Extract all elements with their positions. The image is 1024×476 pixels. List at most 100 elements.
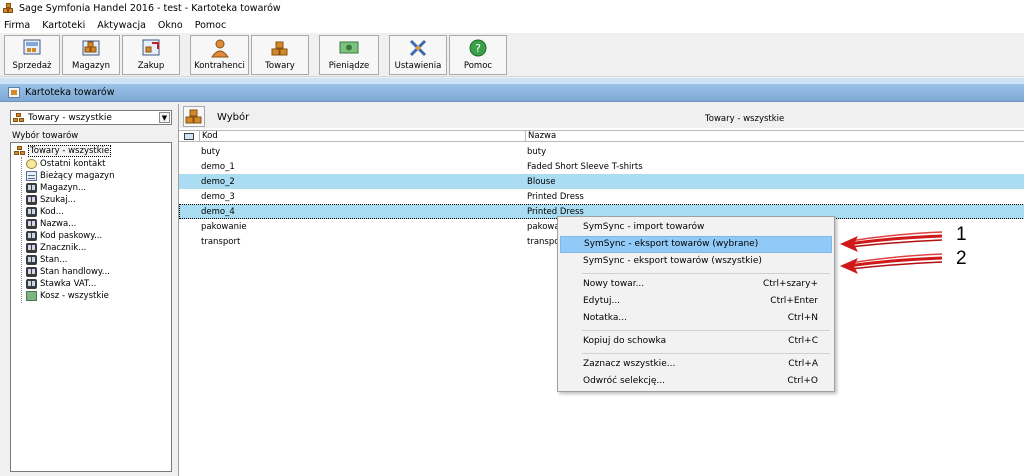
document-title-bar: Kartoteka towarów bbox=[0, 84, 1024, 102]
table-row[interactable]: demo_3 Printed Dress bbox=[179, 189, 1024, 204]
menu-item-symsync-export-all[interactable]: SymSync - eksport towarów (wszystkie) bbox=[560, 253, 832, 270]
tree-item-kosz[interactable]: Kosz - wszystkie bbox=[26, 290, 109, 302]
menu-item-symsync-export-selected[interactable]: SymSync - eksport towarów (wybrane) bbox=[560, 236, 832, 253]
products-button[interactable]: Towary bbox=[251, 35, 309, 75]
tree-item-label: Kod paskowy... bbox=[40, 231, 103, 241]
menu-item-label: Notatka... bbox=[583, 313, 627, 323]
sales-label: Sprzedaż bbox=[12, 61, 52, 71]
selection-button[interactable] bbox=[183, 106, 205, 127]
menu-separator bbox=[582, 273, 830, 274]
tree-item-znacznik[interactable]: Znacznik... bbox=[26, 242, 86, 254]
cell-kod: pakowanie bbox=[201, 222, 247, 232]
product-filter-select[interactable]: Towary - wszystkie ▼ bbox=[10, 110, 172, 125]
trash-icon bbox=[26, 291, 37, 301]
app-icon bbox=[3, 3, 14, 14]
help-button[interactable]: ? Pomoc bbox=[449, 35, 507, 75]
tree-item-label: Ostatni kontakt bbox=[40, 159, 106, 169]
cell-kod: demo_2 bbox=[201, 177, 235, 187]
menu-pomoc[interactable]: Pomoc bbox=[195, 20, 227, 31]
tree-item-stawka-vat[interactable]: Stawka VAT... bbox=[26, 278, 96, 290]
select-all-checkbox[interactable] bbox=[184, 133, 194, 140]
tree-item-label: Stawka VAT... bbox=[40, 279, 97, 289]
svg-text:?: ? bbox=[475, 42, 481, 55]
menu-item-new-product[interactable]: Nowy towar... Ctrl+szary+ bbox=[560, 276, 832, 293]
purchase-button[interactable]: Zakup bbox=[122, 35, 180, 75]
binoculars-icon bbox=[26, 255, 37, 265]
settings-button[interactable]: Ustawienia bbox=[389, 35, 447, 75]
menu-item-copy[interactable]: Kopiuj do schowka Ctrl+C bbox=[560, 333, 832, 350]
tree-item-biezacy-magazyn[interactable]: Bieżący magazyn bbox=[26, 170, 114, 182]
products-icon bbox=[14, 146, 25, 156]
tree-item-label: Szukaj... bbox=[40, 195, 76, 205]
tree-item-label: Stan... bbox=[40, 255, 68, 265]
menu-item-label: Odwróć selekcję... bbox=[583, 376, 666, 386]
menu-separator bbox=[582, 330, 830, 331]
menu-bar: Firma Kartoteki Aktywacja Okno Pomoc bbox=[0, 17, 1024, 33]
menu-firma[interactable]: Firma bbox=[4, 20, 30, 31]
warehouse-button[interactable]: Magazyn bbox=[62, 35, 120, 75]
menu-item-shortcut: Ctrl+O bbox=[787, 376, 818, 386]
column-header: Kod Nazwa bbox=[179, 130, 1024, 142]
tree-item-kod[interactable]: Kod... bbox=[26, 206, 64, 218]
window-title: Sage Symfonia Handel 2016 - test - Karto… bbox=[19, 3, 281, 14]
tree-item-szukaj[interactable]: Szukaj... bbox=[26, 194, 76, 206]
left-pane: Towary - wszystkie ▼ Wybór towarów Towar… bbox=[6, 104, 172, 476]
tree-label: Wybór towarów bbox=[12, 131, 79, 141]
cell-kod: demo_1 bbox=[201, 162, 235, 172]
selection-tree[interactable]: Towary - wszystkie Ostatni kontakt Bieżą… bbox=[10, 142, 172, 472]
select-value: Towary - wszystkie bbox=[28, 112, 112, 123]
document-icon bbox=[8, 87, 20, 98]
settings-icon bbox=[407, 38, 429, 58]
tree-item-nazwa[interactable]: Nazwa... bbox=[26, 218, 76, 230]
products-icon bbox=[13, 112, 25, 123]
menu-item-label: Zaznacz wszystkie... bbox=[583, 359, 676, 369]
purchase-icon bbox=[140, 38, 162, 58]
binoculars-icon bbox=[26, 183, 37, 193]
menu-okno[interactable]: Okno bbox=[158, 20, 183, 31]
column-kod[interactable]: Kod bbox=[199, 131, 525, 142]
products-icon bbox=[185, 109, 202, 124]
application-window: Sage Symfonia Handel 2016 - test - Karto… bbox=[0, 0, 1024, 476]
table-row[interactable]: demo_1 Faded Short Sleeve T-shirts bbox=[179, 159, 1024, 174]
cell-nazwa: Printed Dress bbox=[527, 192, 584, 202]
tree-item-label: Kod... bbox=[40, 207, 64, 217]
warehouse-label: Magazyn bbox=[71, 61, 111, 71]
table-row-selected[interactable]: demo_2 Blouse bbox=[179, 174, 1024, 189]
annotation-number-2: 2 bbox=[956, 248, 967, 269]
tree-item-magazyn[interactable]: Magazyn... bbox=[26, 182, 86, 194]
menu-item-label: SymSync - eksport towarów (wybrane) bbox=[584, 239, 759, 249]
cell-kod: buty bbox=[201, 147, 221, 157]
menu-item-invert-selection[interactable]: Odwróć selekcję... Ctrl+O bbox=[560, 373, 832, 390]
cell-kod: demo_4 bbox=[201, 207, 235, 217]
tree-item-label: Magazyn... bbox=[40, 183, 87, 193]
menu-item-symsync-import[interactable]: SymSync - import towarów bbox=[560, 219, 832, 236]
sales-button[interactable]: Sprzedaż bbox=[4, 35, 60, 75]
menu-item-shortcut: Ctrl+A bbox=[788, 359, 818, 369]
chevron-down-icon[interactable]: ▼ bbox=[159, 112, 170, 123]
contractors-button[interactable]: Kontrahenci bbox=[190, 35, 249, 75]
products-label: Towary bbox=[265, 61, 295, 71]
money-label: Pieniądze bbox=[328, 61, 370, 71]
menu-aktywacja[interactable]: Aktywacja bbox=[97, 20, 146, 31]
selection-label: Wybór bbox=[217, 112, 250, 123]
menu-item-label: SymSync - import towarów bbox=[583, 222, 705, 232]
menu-item-note[interactable]: Notatka... Ctrl+N bbox=[560, 310, 832, 327]
tree-item-stan[interactable]: Stan... bbox=[26, 254, 67, 266]
tree-item-kod-paskowy[interactable]: Kod paskowy... bbox=[26, 230, 102, 242]
money-button[interactable]: Pieniądze bbox=[319, 35, 379, 75]
annotation-overlay: 1 2 bbox=[830, 222, 990, 282]
menu-item-label: SymSync - eksport towarów (wszystkie) bbox=[583, 256, 762, 266]
column-nazwa[interactable]: Nazwa bbox=[525, 131, 1024, 142]
table-row[interactable]: buty buty bbox=[179, 144, 1024, 159]
binoculars-icon bbox=[26, 279, 37, 289]
menu-item-select-all[interactable]: Zaznacz wszystkie... Ctrl+A bbox=[560, 356, 832, 373]
tree-item-ostatni-kontakt[interactable]: Ostatni kontakt bbox=[26, 158, 105, 170]
menu-kartoteki[interactable]: Kartoteki bbox=[42, 20, 85, 31]
tree-root[interactable]: Towary - wszystkie bbox=[14, 145, 112, 157]
menu-separator bbox=[582, 353, 830, 354]
warehouse-icon bbox=[80, 38, 102, 58]
tree-root-label: Towary - wszystkie bbox=[28, 145, 112, 157]
cell-kod: demo_3 bbox=[201, 192, 235, 202]
menu-item-edit[interactable]: Edytuj... Ctrl+Enter bbox=[560, 293, 832, 310]
tree-item-stan-handlowy[interactable]: Stan handlowy... bbox=[26, 266, 110, 278]
